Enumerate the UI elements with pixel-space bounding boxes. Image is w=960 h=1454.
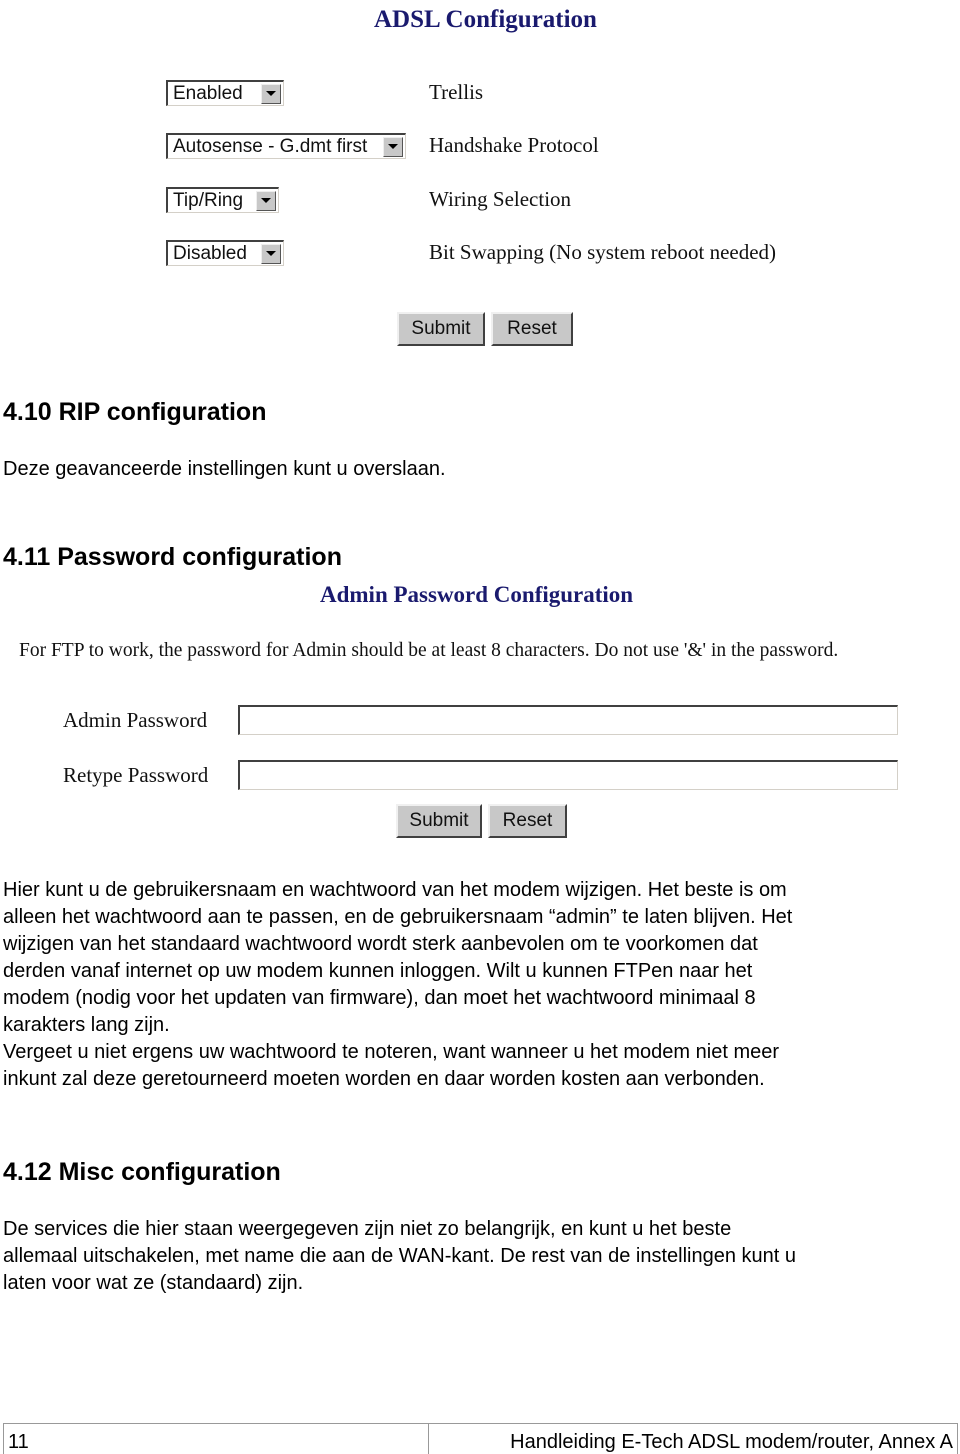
section-4-10-text: Deze geavanceerde instellingen kunt u ov… <box>3 458 446 480</box>
footer-divider <box>428 1424 429 1454</box>
trellis-label: Trellis <box>429 80 484 104</box>
adsl-config-title: ADSL Configuration <box>374 6 597 33</box>
adsl-reset-button[interactable]: Reset <box>491 312 573 346</box>
bit-swapping-select-value: Disabled <box>173 242 247 264</box>
paragraph-line: karakters lang zijn. <box>3 1014 170 1036</box>
paragraph-line: Hier kunt u de gebruikersnaam en wachtwo… <box>3 879 787 901</box>
wiring-selection-select[interactable]: Tip/Ring <box>166 187 279 213</box>
footer-divider <box>957 1424 958 1454</box>
admin-password-label: Admin Password <box>63 708 208 732</box>
password-paragraph: Hier kunt u de gebruikersnaam en wachtwo… <box>3 877 792 1093</box>
dropdown-arrow-icon[interactable] <box>261 83 281 104</box>
paragraph-line: wijzigen van het standaard wachtwoord wo… <box>3 933 758 955</box>
retype-password-input[interactable] <box>238 760 898 790</box>
section-4-10-heading: 4.10 RIP configuration <box>3 398 267 426</box>
bit-swapping-label: Bit Swapping (No system reboot needed) <box>429 240 777 264</box>
misc-paragraph: De services die hier staan weergegeven z… <box>3 1216 796 1297</box>
paragraph-line: Vergeet u niet ergens uw wachtwoord te n… <box>3 1041 780 1063</box>
dropdown-arrow-icon[interactable] <box>261 243 281 264</box>
handshake-protocol-label: Handshake Protocol <box>429 133 599 157</box>
handshake-protocol-select[interactable]: Autosense - G.dmt first <box>166 133 406 159</box>
section-4-11-heading: 4.11 Password configuration <box>3 543 342 571</box>
wiring-selection-label: Wiring Selection <box>429 187 572 211</box>
paragraph-line: laten voor wat ze (standaard) zijn. <box>3 1272 304 1294</box>
wiring-selection-select-value: Tip/Ring <box>173 189 244 211</box>
password-reset-button[interactable]: Reset <box>488 804 567 838</box>
password-submit-button[interactable]: Submit <box>396 804 482 838</box>
paragraph-line: alleen het wachtwoord aan te passen, en … <box>3 906 793 928</box>
trellis-select-value: Enabled <box>173 82 243 104</box>
section-4-12-heading: 4.12 Misc configuration <box>3 1158 281 1186</box>
document-title: Handleiding E-Tech ADSL modem/router, An… <box>510 1431 953 1453</box>
trellis-select[interactable]: Enabled <box>166 80 284 106</box>
ftp-password-notice: For FTP to work, the password for Admin … <box>19 640 839 661</box>
dropdown-arrow-icon[interactable] <box>256 190 276 211</box>
dropdown-arrow-icon[interactable] <box>383 136 403 157</box>
footer-divider <box>3 1424 4 1454</box>
adsl-submit-button[interactable]: Submit <box>397 312 485 346</box>
paragraph-line: allemaal uitschakelen, met name die aan … <box>3 1245 797 1267</box>
page-footer: 11 Handleiding E-Tech ADSL modem/router,… <box>3 1423 958 1454</box>
paragraph-line: derden vanaf internet op uw modem kunnen… <box>3 960 753 982</box>
bit-swapping-select[interactable]: Disabled <box>166 240 284 266</box>
paragraph-line: De services die hier staan weergegeven z… <box>3 1218 732 1240</box>
retype-password-label: Retype Password <box>63 763 209 787</box>
page-number: 11 <box>8 1431 29 1453</box>
handshake-protocol-select-value: Autosense - G.dmt first <box>173 135 368 157</box>
paragraph-line: inkunt zal deze geretourneerd moeten wor… <box>3 1068 765 1090</box>
admin-password-input[interactable] <box>238 705 898 735</box>
admin-password-config-title: Admin Password Configuration <box>320 582 634 607</box>
paragraph-line: modem (nodig voor het updaten van firmwa… <box>3 987 756 1009</box>
